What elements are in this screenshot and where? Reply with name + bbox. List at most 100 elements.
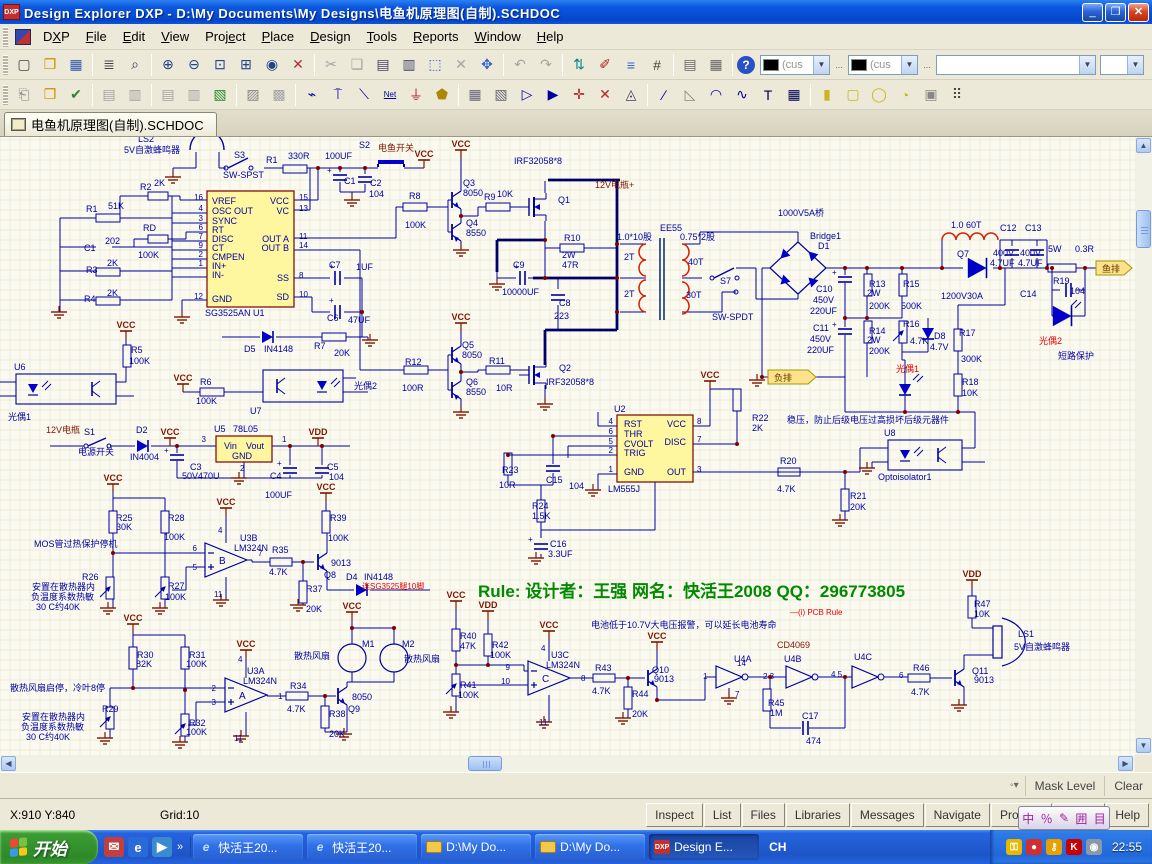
menu-view[interactable]: View — [153, 26, 197, 47]
fill-color-combo[interactable]: (cus▼ — [848, 55, 918, 75]
status-button-inspect[interactable]: Inspect — [646, 803, 703, 827]
toolbar-icon-draw-line[interactable]: ∕ — [652, 83, 676, 107]
menu-design[interactable]: Design — [302, 26, 358, 47]
toolbar-icon-compile-project[interactable]: ▥ — [123, 83, 147, 107]
menu-edit[interactable]: Edit — [115, 26, 153, 47]
toolbar-icon-place-wire[interactable]: ⌁ — [300, 83, 324, 107]
toolbar-icon-redo[interactable]: ↷ — [534, 53, 558, 77]
toolbar-icon-align[interactable]: ≡ — [619, 53, 643, 77]
minimize-button[interactable]: _ — [1082, 3, 1103, 22]
menu-window[interactable]: Window — [467, 26, 529, 47]
start-button[interactable]: 开始 — [0, 830, 98, 864]
quick-launch-chevron[interactable]: » — [174, 841, 186, 853]
chevron-down-icon[interactable]: ▼ — [813, 56, 829, 74]
mask-level-button[interactable]: Mask Level — [1025, 776, 1105, 796]
toolbar-icon-draw-pie[interactable]: ◔ — [893, 83, 917, 107]
variant-combo[interactable]: ▼ — [936, 55, 1096, 75]
menu-file[interactable]: File — [78, 26, 115, 47]
menu-project[interactable]: Project — [197, 26, 254, 47]
toolbar-icon-place-bus[interactable]: ⍑ — [326, 83, 350, 107]
toolbar-icon-zoom-area[interactable]: ⊞ — [234, 53, 258, 77]
toolbar-icon-place-bus-entry[interactable]: ⟍ — [352, 83, 376, 107]
toolbar-icon-place-probe[interactable]: ✛ — [567, 83, 591, 107]
toolbar-icon-place-param[interactable]: ◬ — [619, 83, 643, 107]
toolbar-icon-place-array[interactable]: ⠿ — [945, 83, 969, 107]
toolbar-icon-paste-array[interactable]: ▥ — [397, 53, 421, 77]
menu-help[interactable]: Help — [529, 26, 572, 47]
toolbar-icon-zoom-out[interactable]: ⊖ — [182, 53, 206, 77]
toolbar-icon-place-image[interactable]: ▣ — [919, 83, 943, 107]
ime-icon-2[interactable]: ✎ — [1059, 811, 1069, 825]
toolbar-icon-move[interactable]: ✥ — [475, 53, 499, 77]
toolbar-icon-zoom-document[interactable]: ⊡ — [208, 53, 232, 77]
status-button-list[interactable]: List — [704, 803, 741, 827]
menu-tools[interactable]: Tools — [359, 26, 405, 47]
menu-reports[interactable]: Reports — [405, 26, 467, 47]
toolbar-icon-place-sheet-entry[interactable]: ▧ — [489, 83, 513, 107]
toolbar-icon-draw-arc[interactable]: ◠ — [704, 83, 728, 107]
toolbar-icon-open-project[interactable]: ❒ — [38, 83, 62, 107]
toolbar-icon-compile-doc[interactable]: ▤ — [97, 83, 121, 107]
toolbar-icon-cross-probe[interactable]: ⇅ — [567, 53, 591, 77]
vertical-scroll-thumb[interactable] — [1136, 210, 1151, 248]
toolbar-icon-navigator[interactable]: ▨ — [241, 83, 265, 107]
panel-options-icon[interactable]: ◦▾ — [1004, 780, 1025, 791]
menu-app-icon[interactable] — [15, 29, 31, 45]
ime-icon-1[interactable]: ％ — [1041, 810, 1053, 827]
fill-color-more-button[interactable]: ... — [920, 56, 934, 74]
tray-key-icon[interactable]: ⚷ — [1046, 839, 1062, 855]
horizontal-scroll-thumb[interactable] — [468, 756, 502, 771]
menu-grip[interactable] — [3, 27, 8, 47]
status-button-help[interactable]: Help — [1106, 803, 1149, 827]
toolbar-icon-place-no-erc[interactable]: ✕ — [593, 83, 617, 107]
toolbar-icon-draw-round-rect[interactable]: ▢ — [841, 83, 865, 107]
toolbar-icon-zoom-selection[interactable]: ◉ — [260, 53, 284, 77]
toolbar-icon-print-preview[interactable]: ⌕ — [123, 53, 147, 77]
toolbar-icon-print[interactable]: ≣ — [97, 53, 121, 77]
taskbar-task-3[interactable]: D:\My Do... — [535, 834, 645, 860]
line-color-more-button[interactable]: ... — [832, 56, 846, 74]
chevron-down-icon[interactable]: ▼ — [1079, 56, 1095, 74]
schematic-canvas[interactable]: +++++++++BAC负排鱼排VCCVCCVCCVCCVCCVCCVCCVDD… — [0, 137, 1135, 755]
toolbar-icon-snap-grid[interactable]: # — [645, 53, 669, 77]
toolbar-icon-paste[interactable]: ▤ — [371, 53, 395, 77]
toolbar-icon-add-doc[interactable]: ▤ — [156, 83, 180, 107]
tray-lock-icon[interactable]: ⚿ — [1006, 839, 1022, 855]
toolbar-icon-open-document[interactable]: ❒ — [38, 53, 62, 77]
toolbar-icon-copy[interactable]: ❏ — [345, 53, 369, 77]
clear-button[interactable]: Clear — [1104, 776, 1152, 796]
scroll-left-button[interactable]: ◀ — [1, 756, 16, 771]
toolbar-icon-place-net-label[interactable]: Net — [378, 83, 402, 107]
ime-icon-4[interactable]: 目 — [1094, 810, 1106, 827]
ime-icon-0[interactable]: 中 — [1022, 810, 1034, 827]
taskbar-task-4[interactable]: DXPDesign E... — [649, 834, 759, 860]
toolbar-icon-new-sheet[interactable]: ⎗ — [12, 83, 36, 107]
toolbar-icon-draw-ellipse[interactable]: ◯ — [867, 83, 891, 107]
toolbar-icon-doc-options[interactable]: ▧ — [208, 83, 232, 107]
restore-button[interactable]: ❐ — [1105, 3, 1126, 22]
toolbar-icon-select-area[interactable]: ⬚ — [423, 53, 447, 77]
toolbar-icon-save-all[interactable]: ✔ — [64, 83, 88, 107]
menu-place[interactable]: Place — [254, 26, 303, 47]
toolbar-icon-library-panel[interactable]: ▦ — [704, 53, 728, 77]
toolbar-icon-cross-reference[interactable]: ▩ — [267, 83, 291, 107]
taskbar-task-1[interactable]: e快活王20... — [307, 834, 417, 860]
tab-schematic-document[interactable]: 电鱼机原理图(自制).SCHDOC — [4, 112, 217, 136]
scroll-down-button[interactable]: ▼ — [1136, 738, 1151, 753]
chevron-down-icon[interactable]: ▼ — [901, 56, 917, 74]
toolbar-icon-clear-filter[interactable]: ✕ — [286, 53, 310, 77]
vertical-scrollbar[interactable]: ▲ ▼ — [1135, 137, 1152, 755]
status-button-messages[interactable]: Messages — [851, 803, 924, 827]
toolbar-icon-place-gnd[interactable]: ⏚ — [404, 83, 428, 107]
status-button-files[interactable]: Files — [742, 803, 785, 827]
toolbar-icon-zoom-in[interactable]: ⊕ — [156, 53, 180, 77]
toolbar-icon-cut[interactable]: ✂ — [319, 53, 343, 77]
ime-language-bar[interactable]: 中 ％ ✎ 囲目 — [1018, 806, 1110, 830]
toolbar-icon-place-device-d1[interactable]: ▷ — [515, 83, 539, 107]
chevron-down-icon[interactable]: ▼ — [1127, 56, 1143, 74]
taskbar-task-0[interactable]: e快活王20... — [193, 834, 303, 860]
launch-mail-icon[interactable]: ✉ — [104, 837, 124, 857]
toolbar-icon-place-sheet-symbol[interactable]: ▦ — [463, 83, 487, 107]
ime-icon-3[interactable]: 囲 — [1075, 810, 1087, 827]
tray-msg-icon[interactable]: ● — [1026, 839, 1042, 855]
